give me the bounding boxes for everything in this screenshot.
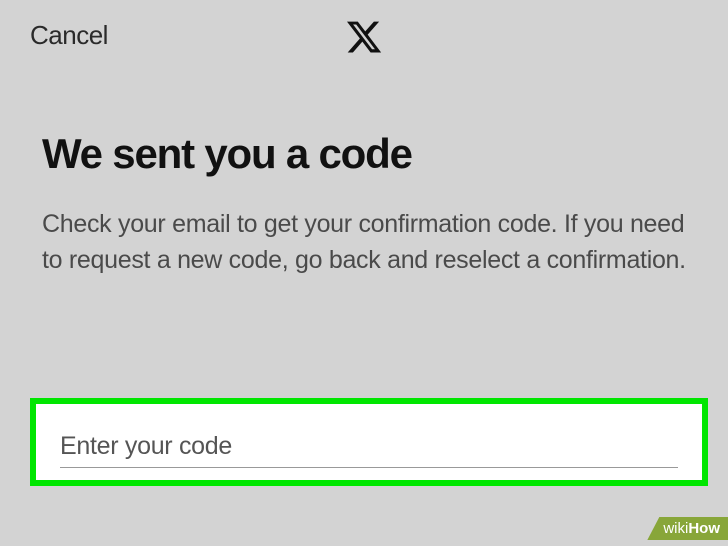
wikihow-watermark: wikiHow: [647, 517, 728, 540]
main-content: We sent you a code Check your email to g…: [0, 70, 728, 279]
cancel-button[interactable]: Cancel: [30, 20, 108, 51]
code-input-label: Enter your code: [60, 432, 678, 461]
header: Cancel: [0, 0, 728, 70]
description-text: Check your email to get your confirmatio…: [42, 206, 686, 279]
input-underline: [60, 467, 678, 468]
page-title: We sent you a code: [42, 130, 686, 178]
code-input-container[interactable]: Enter your code: [30, 398, 708, 486]
x-logo-icon: [345, 18, 383, 61]
